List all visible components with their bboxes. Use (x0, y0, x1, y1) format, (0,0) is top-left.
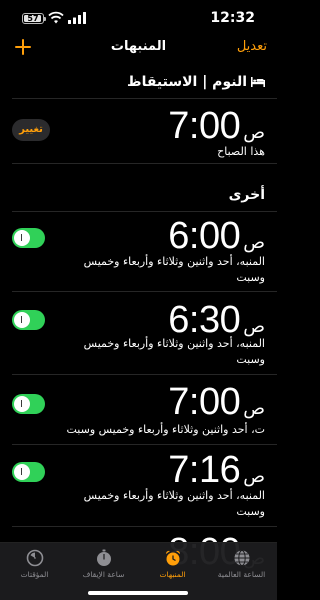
alarm-toggle[interactable] (12, 228, 45, 248)
tab-label: ساعة الإيقاف (82, 570, 125, 579)
edit-button[interactable]: تعديل (237, 39, 267, 54)
tab-label: المنبهات (159, 570, 186, 579)
alarm-time-value: 7:00 (168, 105, 241, 147)
sleep-section-title: النوم | الاستيقاظ (127, 74, 247, 90)
alarm-time-value: 6:00 (168, 215, 241, 257)
divider (12, 291, 277, 292)
alarm-toggle[interactable] (12, 462, 45, 482)
tab-stopwatch[interactable]: ساعة الإيقاف (69, 549, 138, 579)
cellular-signal-icon (68, 12, 86, 24)
alarm-row[interactable]: 6:30 ص المنبه، أحد واثنين وثلاثاء وأربعا… (0, 298, 277, 374)
tab-label: المؤقتات (20, 570, 49, 579)
alarm-label: المنبه، أحد واثنين وثلاثاء وأربعاء وخميس… (83, 337, 265, 366)
navigation-bar: المنبهات تعديل (0, 36, 277, 64)
alarm-time: 7:16 ص (168, 448, 265, 492)
divider (12, 374, 277, 375)
divider (12, 98, 277, 99)
alarm-label: ت، أحد واثنين وثلاثاء وأربعاء وخميس وسبت (66, 423, 265, 436)
divider (12, 163, 277, 164)
alarm-label: المنبه، أحد واثنين وثلاثاء وأربعاء وخميس… (83, 255, 265, 284)
alarm-time: 6:00 ص (168, 214, 265, 258)
timer-icon (26, 549, 43, 567)
alarm-time: 7:00 ص (168, 104, 265, 148)
divider (12, 211, 277, 212)
alarm-clock-icon (165, 550, 180, 566)
tab-world-clock[interactable]: الساعة العالمية (207, 549, 276, 579)
other-section-title: أخرى (228, 187, 265, 203)
status-bar: 57 12:32 (0, 0, 277, 36)
alarm-row[interactable]: 7:16 ص المنبه، أحد واثنين وثلاثاء وأربعا… (0, 448, 277, 524)
sleep-section-header: النوم | الاستيقاظ (127, 74, 265, 90)
battery-icon: 57 (22, 13, 46, 24)
alarm-row[interactable]: 6:00 ص المنبه، أحد واثنين وثلاثاء وأربعا… (0, 214, 277, 290)
alarm-ampm: ص (243, 316, 265, 336)
alarm-label: هذا الصباح (217, 145, 265, 158)
page-title: المنبهات (110, 39, 167, 54)
wifi-icon (48, 11, 64, 24)
home-indicator[interactable] (88, 591, 188, 595)
alarm-time-value: 7:00 (168, 381, 241, 423)
alarm-label: المنبه، أحد واثنين وثلاثاء وأربعاء وخميس… (83, 489, 265, 518)
other-section-header: أخرى (229, 187, 265, 203)
battery-level: 57 (27, 14, 39, 23)
alarm-row[interactable]: 7:00 ص ت، أحد واثنين وثلاثاء وأربعاء وخم… (0, 380, 277, 444)
status-time: 12:32 (210, 10, 255, 26)
tab-label: الساعة العالمية (217, 570, 266, 579)
tab-timers[interactable]: المؤقتات (0, 549, 69, 579)
divider (12, 526, 277, 527)
alarm-ampm: ص (243, 122, 265, 142)
alarm-ampm: ص (243, 466, 265, 486)
alarm-time-value: 7:16 (168, 449, 241, 491)
alarm-ampm: ص (243, 398, 265, 418)
globe-icon (234, 550, 249, 566)
tab-alarms[interactable]: المنبهات (138, 549, 207, 579)
tab-bar: المؤقتات ساعة الإيقاف المنبهات الساعة ال… (0, 542, 277, 600)
sleep-alarm-row[interactable]: 7:00 ص هذا الصباح تغيير (0, 104, 277, 162)
divider (12, 444, 277, 445)
bed-icon (251, 77, 265, 87)
alarm-ampm: ص (243, 232, 265, 252)
change-button[interactable]: تغيير (12, 119, 50, 141)
alarm-toggle[interactable] (12, 394, 45, 414)
alarm-toggle[interactable] (12, 310, 45, 330)
stopwatch-icon (96, 549, 111, 566)
alarm-time: 7:00 ص (168, 380, 265, 424)
